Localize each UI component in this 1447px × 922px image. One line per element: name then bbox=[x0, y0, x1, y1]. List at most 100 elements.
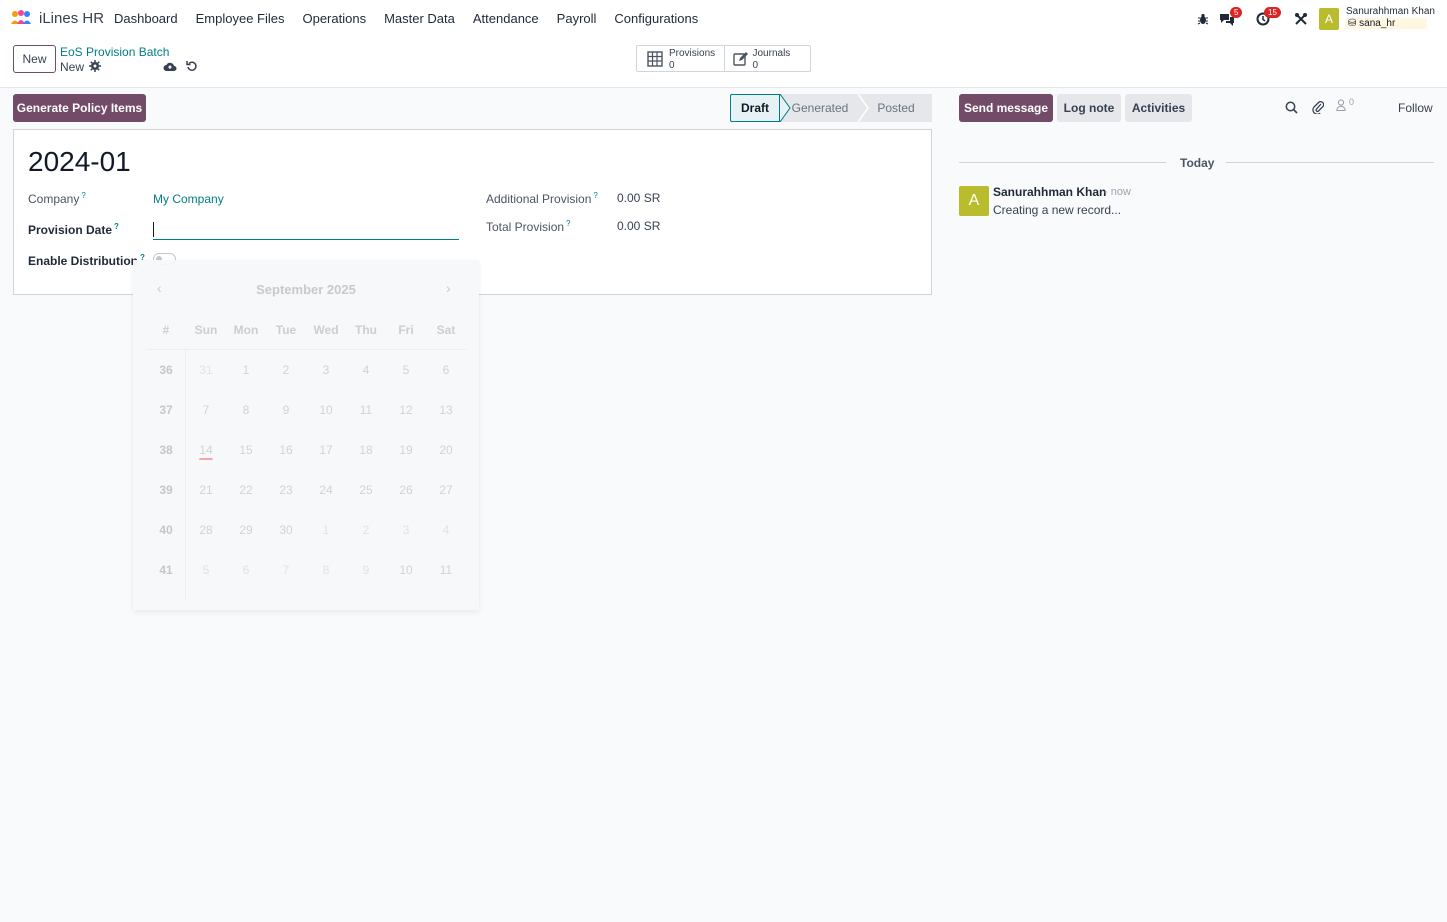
calendar-day[interactable]: 3 bbox=[386, 523, 426, 537]
datepicker-header-divider bbox=[146, 349, 466, 350]
followers-count: 0 bbox=[1349, 97, 1355, 107]
total-provision-label-text: Total Provision bbox=[486, 220, 565, 234]
calendar-day[interactable]: 16 bbox=[266, 443, 306, 457]
menu-payroll[interactable]: Payroll bbox=[557, 11, 597, 26]
calendar-day[interactable]: 2 bbox=[266, 363, 306, 377]
calendar-day[interactable]: 29 bbox=[226, 523, 266, 537]
calendar-day[interactable]: 27 bbox=[426, 483, 466, 497]
calendar-day[interactable]: 20 bbox=[426, 443, 466, 457]
company-label: Company? bbox=[28, 191, 86, 206]
paperclip-icon[interactable] bbox=[1312, 100, 1325, 117]
discard-undo-icon[interactable] bbox=[186, 60, 198, 75]
search-icon[interactable] bbox=[1285, 101, 1298, 117]
user-database: ⛁ sana_hr bbox=[1346, 18, 1428, 29]
calendar-day[interactable]: 30 bbox=[266, 523, 306, 537]
save-cloud-icon[interactable] bbox=[163, 60, 177, 75]
calendar-day[interactable]: 6 bbox=[226, 563, 266, 577]
calendar-day[interactable]: 11 bbox=[426, 563, 466, 577]
calendar-day[interactable]: 7 bbox=[266, 563, 306, 577]
calendar-day[interactable]: 5 bbox=[186, 563, 226, 577]
calendar-day[interactable]: 9 bbox=[346, 563, 386, 577]
help-tooltip-icon[interactable]: ? bbox=[593, 191, 597, 200]
calendar-day[interactable]: 31 bbox=[186, 363, 226, 377]
calendar-day[interactable]: 17 bbox=[306, 443, 346, 457]
company-value[interactable]: My Company bbox=[153, 192, 224, 206]
datepicker-month-label[interactable]: September 2025 bbox=[133, 282, 479, 297]
calendar-day-today[interactable]: 14 bbox=[186, 443, 226, 457]
breadcrumb-current: New bbox=[60, 60, 85, 74]
menu-dashboard[interactable]: Dashboard bbox=[114, 11, 178, 26]
calendar-day[interactable]: 10 bbox=[386, 563, 426, 577]
calendar-day[interactable]: 28 bbox=[186, 523, 226, 537]
message-body: Creating a new record... bbox=[993, 203, 1122, 217]
provisions-count: 0 bbox=[669, 60, 675, 71]
calendar-day[interactable]: 18 bbox=[346, 443, 386, 457]
user-avatar[interactable]: A bbox=[1319, 8, 1339, 30]
provisions-smart-button[interactable]: Provisions 0 bbox=[637, 46, 724, 71]
messages-icon[interactable]: 5 bbox=[1218, 7, 1243, 28]
send-message-button[interactable]: Send message bbox=[959, 94, 1053, 122]
calendar-day[interactable]: 7 bbox=[186, 403, 226, 417]
breadcrumb-parent[interactable]: EoS Provision Batch bbox=[60, 45, 169, 59]
activity-clock-icon[interactable]: 15 bbox=[1254, 7, 1281, 28]
calendar-day[interactable]: 25 bbox=[346, 483, 386, 497]
calendar-day[interactable]: 8 bbox=[306, 563, 346, 577]
additional-provision-label-text: Additional Provision bbox=[486, 192, 592, 206]
today-divider-left bbox=[959, 162, 1166, 163]
menu-configurations[interactable]: Configurations bbox=[614, 11, 698, 26]
follow-button[interactable]: Follow bbox=[1398, 101, 1433, 115]
calendar-day[interactable]: 11 bbox=[346, 403, 386, 417]
calendar-day[interactable]: 24 bbox=[306, 483, 346, 497]
menu-operations[interactable]: Operations bbox=[302, 11, 366, 26]
help-tooltip-icon[interactable]: ? bbox=[81, 191, 85, 200]
calendar-day[interactable]: 4 bbox=[426, 523, 466, 537]
activities-button[interactable]: Activities bbox=[1125, 94, 1192, 122]
generate-policy-items-button[interactable]: Generate Policy Items bbox=[13, 94, 146, 122]
help-tooltip-icon[interactable]: ? bbox=[566, 219, 570, 228]
calendar-day[interactable]: 21 bbox=[186, 483, 226, 497]
provision-date-input[interactable] bbox=[153, 220, 459, 240]
next-month-icon[interactable]: › bbox=[446, 280, 451, 296]
followers-user-icon[interactable] bbox=[1336, 99, 1346, 114]
calendar-day[interactable]: 2 bbox=[346, 523, 386, 537]
calendar-day[interactable]: 1 bbox=[226, 363, 266, 377]
message-author[interactable]: Sanurahhman Khan bbox=[993, 185, 1106, 199]
journals-smart-button[interactable]: Journals 0 bbox=[723, 46, 811, 71]
app-brand[interactable]: iLines HR bbox=[10, 9, 104, 28]
log-note-button[interactable]: Log note bbox=[1057, 94, 1121, 122]
calendar-day[interactable]: 9 bbox=[266, 403, 306, 417]
new-button[interactable]: New bbox=[13, 45, 56, 73]
week-number: 41 bbox=[159, 563, 173, 577]
help-tooltip-icon[interactable]: ? bbox=[114, 222, 119, 231]
calendar-day[interactable]: 1 bbox=[306, 523, 346, 537]
gear-icon[interactable] bbox=[89, 60, 101, 75]
top-navbar: iLines HR Dashboard Employee Files Opera… bbox=[0, 0, 1447, 38]
calendar-day[interactable]: 22 bbox=[226, 483, 266, 497]
calendar-day[interactable]: 12 bbox=[386, 403, 426, 417]
stage-draft[interactable]: Draft bbox=[730, 94, 780, 122]
calendar-day[interactable]: 26 bbox=[386, 483, 426, 497]
total-provision-label: Total Provision? bbox=[486, 219, 571, 234]
debug-bug-icon[interactable] bbox=[1194, 10, 1212, 28]
menu-master-data[interactable]: Master Data bbox=[384, 11, 455, 26]
message-author-avatar[interactable]: A bbox=[959, 186, 989, 216]
menu-attendance[interactable]: Attendance bbox=[473, 11, 539, 26]
menu-employee-files[interactable]: Employee Files bbox=[196, 11, 285, 26]
calendar-day[interactable]: 5 bbox=[386, 363, 426, 377]
app-logo-icon bbox=[10, 9, 32, 28]
calendar-day[interactable]: 23 bbox=[266, 483, 306, 497]
record-name[interactable]: 2024-01 bbox=[28, 146, 131, 178]
datepicker-popover: ‹ September 2025 › # Sun Mon Tue Wed Thu Fri Sa… bbox=[133, 260, 479, 610]
activity-badge: 15 bbox=[1264, 7, 1281, 18]
calendar-day[interactable]: 13 bbox=[426, 403, 466, 417]
database-icon: ⛁ bbox=[1348, 18, 1357, 29]
calendar-day[interactable]: 10 bbox=[306, 403, 346, 417]
calendar-day[interactable]: 8 bbox=[226, 403, 266, 417]
calendar-day[interactable]: 6 bbox=[426, 363, 466, 377]
calendar-day[interactable]: 4 bbox=[346, 363, 386, 377]
tools-icon[interactable] bbox=[1292, 10, 1310, 28]
calendar-day[interactable]: 19 bbox=[386, 443, 426, 457]
calendar-day[interactable]: 3 bbox=[306, 363, 346, 377]
calendar-day[interactable]: 15 bbox=[226, 443, 266, 457]
user-name[interactable]: Sanurahhman Khan bbox=[1346, 6, 1435, 17]
